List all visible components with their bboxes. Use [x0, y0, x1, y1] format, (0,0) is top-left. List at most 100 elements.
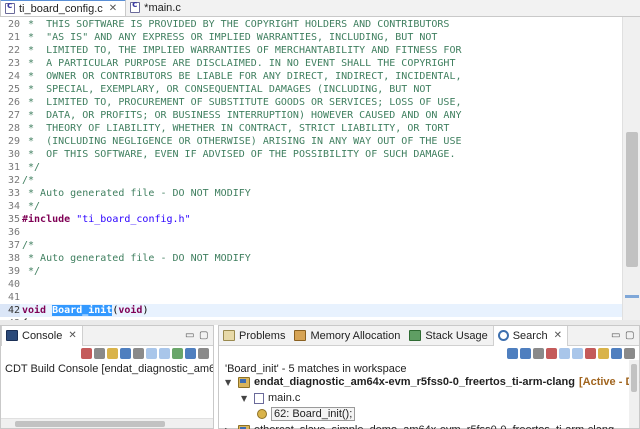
tab-search[interactable]: Search ✕ [492, 325, 568, 346]
tab-stack-usage[interactable]: Stack Usage [405, 326, 492, 346]
code-text: */ [22, 161, 40, 174]
code-token: * Auto generated file - DO NOT MODIFY [22, 188, 251, 199]
pin-console-icon[interactable] [146, 347, 157, 359]
line-number: 42 [0, 304, 20, 317]
view-menu-icon[interactable] [624, 347, 635, 359]
code-token: "ti_board_config.h" [76, 214, 191, 225]
line-number: 24 [7, 71, 20, 82]
remove-all-matches-icon[interactable] [546, 347, 557, 359]
clear-console-icon[interactable] [107, 347, 118, 359]
editor-tab-main[interactable]: *main.c [126, 0, 189, 16]
line-number: 38 [7, 253, 20, 264]
line-number: 36 [7, 227, 20, 238]
console-toolbar [1, 346, 213, 360]
code-line[interactable]: 36 [0, 226, 622, 239]
line-number: 40 [7, 279, 20, 290]
remove-match-icon[interactable] [533, 347, 544, 359]
code-text: * THIS SOFTWARE IS PROVIDED BY THE COPYR… [22, 18, 449, 31]
cancel-search-icon[interactable] [585, 347, 596, 359]
search-toolbar [219, 346, 639, 360]
close-icon[interactable]: ✕ [68, 330, 76, 341]
code-line[interactable]: 22 * LIMITED TO, THE IMPLIED WARRANTIES … [0, 44, 622, 57]
close-icon[interactable]: ✕ [109, 3, 117, 14]
minimize-icon[interactable]: ▭ [611, 330, 620, 341]
scrollbar-thumb[interactable] [626, 132, 638, 267]
code-text: */ [22, 265, 40, 278]
search-result-match[interactable]: 62: Board_init(); [257, 406, 356, 422]
search-result-project[interactable]: ▼ endat_diagnostic_am64x-evm_r5fss0-0_fr… [225, 374, 640, 390]
code-editor[interactable]: 20 * THIS SOFTWARE IS PROVIDED BY THE CO… [0, 17, 640, 320]
expand-all-icon[interactable] [559, 347, 570, 359]
code-line[interactable]: 20 * THIS SOFTWARE IS PROVIDED BY THE CO… [0, 18, 622, 31]
open-console-icon[interactable] [185, 347, 196, 359]
code-line[interactable]: 29 * (INCLUDING NEGLIGENCE OR OTHERWISE)… [0, 135, 622, 148]
show-console-icon[interactable] [159, 347, 170, 359]
selected-identifier: Board_init [52, 305, 113, 316]
search-result-project[interactable]: ▶ ethercat_slave_simple_demo_am64x-evm_r… [225, 422, 614, 429]
console-panel: Console ✕ ▭ ▢ CDT Build Console [endat_d… [0, 325, 214, 429]
code-line[interactable]: 28 * THEORY OF LIABILITY, WHETHER IN CON… [0, 122, 622, 135]
code-token: * SPECIAL, EXEMPLARY, OR CONSEQUENTIAL D… [22, 84, 432, 95]
search-vertical-scrollbar[interactable] [629, 360, 639, 428]
code-line[interactable]: 31 */ [0, 161, 622, 174]
tab-console[interactable]: Console ✕ [1, 325, 83, 346]
code-line[interactable]: 26 * LIMITED TO, PROCUREMENT OF SUBSTITU… [0, 96, 622, 109]
code-token: * THIS SOFTWARE IS PROVIDED BY THE COPYR… [22, 19, 450, 30]
code-token: ) [142, 305, 149, 316]
search-result-file[interactable]: ▼ main.c [241, 390, 300, 406]
view-menu-icon[interactable] [198, 347, 209, 359]
scrollbar-thumb[interactable] [15, 421, 165, 427]
maximize-icon[interactable]: ▢ [199, 330, 208, 341]
code-token: * THEORY OF LIABILITY, WHETHER IN CONTRA… [22, 123, 450, 134]
collapse-all-icon[interactable] [572, 347, 583, 359]
search-history-icon[interactable] [598, 347, 609, 359]
code-line[interactable]: 24 * OWNER OR CONTRIBUTORS BE LIABLE FOR… [0, 70, 622, 83]
chevron-down-icon[interactable]: ▼ [241, 394, 251, 403]
scroll-lock-icon[interactable] [120, 347, 131, 359]
code-line[interactable]: 32/* [0, 174, 622, 187]
next-match-icon[interactable] [507, 347, 518, 359]
maximize-icon[interactable]: ▢ [625, 330, 634, 341]
code-line[interactable]: 40 [0, 278, 622, 291]
word-wrap-icon[interactable] [133, 347, 144, 359]
project-icon [238, 376, 250, 388]
code-line[interactable]: 33 * Auto generated file - DO NOT MODIFY [0, 187, 622, 200]
overview-marker[interactable] [625, 295, 639, 298]
code-line[interactable]: 21 * "AS IS" AND ANY EXPRESS OR IMPLIED … [0, 31, 622, 44]
search-icon [497, 330, 509, 341]
c-file-icon [130, 0, 141, 13]
project-icon [238, 424, 250, 429]
display-console-icon[interactable] [172, 347, 183, 359]
line-number: 21 [7, 32, 20, 43]
code-line[interactable]: 25 * SPECIAL, EXEMPLARY, OR CONSEQUENTIA… [0, 83, 622, 96]
pin-search-icon[interactable] [611, 347, 622, 359]
code-line[interactable]: 39 */ [0, 265, 622, 278]
tab-problems[interactable]: Problems [219, 326, 290, 346]
code-line[interactable]: 42 void Board_init(void) [0, 304, 622, 317]
close-icon[interactable]: ✕ [554, 330, 562, 341]
chevron-down-icon[interactable]: ▼ [225, 378, 235, 387]
editor-vertical-scrollbar[interactable] [622, 17, 640, 320]
line-number: 28 [7, 123, 20, 134]
code-line[interactable]: 35 #include "ti_board_config.h" [0, 213, 622, 226]
chevron-right-icon[interactable]: ▶ [225, 426, 235, 429]
terminate-icon[interactable] [81, 347, 92, 359]
code-token: * (INCLUDING NEGLIGENCE OR OTHERWISE) AR… [22, 136, 462, 147]
minimize-icon[interactable]: ▭ [185, 330, 194, 341]
stack-icon [409, 330, 422, 341]
tab-memory-allocation[interactable]: Memory Allocation [290, 326, 405, 346]
editor-tab-ti-board-config[interactable]: ti_board_config.c ✕ [0, 0, 127, 16]
code-line[interactable]: 37/* [0, 239, 622, 252]
previous-match-icon[interactable] [520, 347, 531, 359]
code-line[interactable]: 34 */ [0, 200, 622, 213]
console-horizontal-scrollbar[interactable] [1, 418, 213, 428]
remove-launch-icon[interactable] [94, 347, 105, 359]
code-line[interactable]: 30 * OF THIS SOFTWARE, EVEN IF ADVISED O… [0, 148, 622, 161]
code-text: * SPECIAL, EXEMPLARY, OR CONSEQUENTIAL D… [22, 83, 431, 96]
code-line[interactable]: 41 [0, 291, 622, 304]
code-line[interactable]: 23 * A PARTICULAR PURPOSE ARE DISCLAIMED… [0, 57, 622, 70]
code-line[interactable]: 38 * Auto generated file - DO NOT MODIFY [0, 252, 622, 265]
code-token: * OF THIS SOFTWARE, EVEN IF ADVISED OF T… [22, 149, 456, 160]
code-line[interactable]: 27 * DATA, OR PROFITS; OR BUSINESS INTER… [0, 109, 622, 122]
scrollbar-thumb[interactable] [631, 364, 637, 392]
